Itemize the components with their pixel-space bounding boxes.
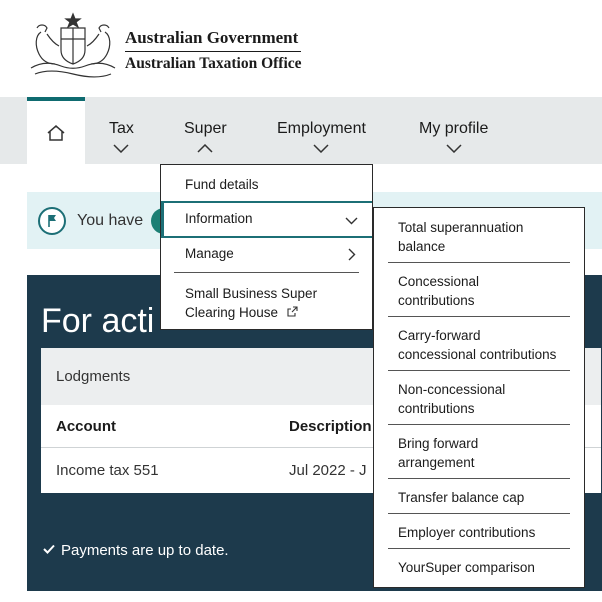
table-cell-account[interactable]: Income tax 551 (56, 462, 159, 479)
submenu-item-bring-forward-arrangement[interactable]: Bring forward arrangement (398, 434, 578, 472)
menu-item-information[interactable]: Information (161, 201, 372, 238)
chevron-down-icon (313, 144, 329, 153)
menu-divider (174, 272, 359, 273)
menu-item-sbsch-line1: Small Business Super (185, 286, 318, 301)
government-title[interactable]: Australian Government Australian Taxatio… (125, 28, 302, 73)
submenu-item-line1: Non-concessional (398, 382, 506, 397)
submenu-item-concessional-contributions[interactable]: Concessional contributions (398, 272, 578, 310)
alert-text: You have (77, 212, 144, 229)
payments-status-text: Payments are up to date. (61, 542, 229, 559)
submenu-item-transfer-balance-cap[interactable]: Transfer balance cap (398, 488, 578, 507)
chevron-right-icon (348, 248, 356, 261)
table-cell-description: Jul 2022 - J (289, 462, 367, 479)
nav-super-label: Super (184, 120, 227, 137)
submenu-item-yoursuper-comparison[interactable]: YourSuper comparison (398, 558, 578, 577)
nav-super[interactable]: Super (184, 97, 227, 164)
submenu-item-line1: Carry-forward (398, 328, 481, 343)
submenu-item-line1: Total superannuation (398, 220, 524, 235)
nav-tax[interactable]: Tax (109, 97, 134, 164)
for-action-title: For acti (41, 302, 155, 340)
menu-item-small-business-super-clearing-house[interactable]: Small Business Super Clearing House (161, 284, 372, 322)
coat-of-arms-icon[interactable] (27, 10, 119, 80)
submenu-item-line1: YourSuper comparison (398, 560, 535, 575)
agency-name: Australian Taxation Office (125, 55, 302, 72)
submenu-item-line2: contributions (398, 293, 475, 308)
submenu-item-carry-forward-concessional-contributions[interactable]: Carry-forward concessional contributions (398, 326, 578, 364)
submenu-divider (388, 424, 570, 425)
submenu-divider (388, 548, 570, 549)
flag-icon (38, 207, 66, 235)
submenu-item-line1: Transfer balance cap (398, 490, 525, 505)
menu-item-sbsch-line2: Clearing House (185, 305, 279, 320)
column-header-account: Account (56, 418, 116, 435)
submenu-item-line2: balance (398, 239, 446, 254)
information-submenu: Total superannuation balance Concessiona… (373, 207, 585, 588)
submenu-item-total-superannuation-balance[interactable]: Total superannuation balance (398, 218, 578, 256)
menu-item-information-label: Information (185, 211, 253, 226)
nav-employment-label: Employment (277, 120, 366, 137)
payments-status: Payments are up to date. (43, 542, 229, 559)
nav-my-profile-label: My profile (419, 120, 489, 137)
site-header: Australian Government Australian Taxatio… (0, 0, 602, 97)
nav-home[interactable] (27, 97, 85, 164)
menu-item-manage-label: Manage (185, 246, 234, 261)
chevron-down-icon (345, 217, 358, 225)
nav-my-profile[interactable]: My profile (419, 97, 488, 164)
home-icon (47, 124, 65, 141)
nav-employment[interactable]: Employment (277, 97, 366, 164)
chevron-down-icon (113, 144, 129, 153)
submenu-item-non-concessional-contributions[interactable]: Non-concessional contributions (398, 380, 578, 418)
submenu-item-line1: Employer contributions (398, 525, 536, 540)
submenu-item-line1: Concessional (398, 274, 480, 289)
chevron-down-icon (446, 144, 462, 153)
nav-tax-label: Tax (109, 120, 134, 137)
menu-item-sbsch-line2-wrap: Clearing House (185, 303, 372, 322)
submenu-divider (388, 513, 570, 514)
submenu-item-employer-contributions[interactable]: Employer contributions (398, 523, 578, 542)
submenu-item-line1: Bring forward (398, 436, 479, 451)
menu-item-fund-details[interactable]: Fund details (161, 177, 372, 192)
submenu-divider (388, 478, 570, 479)
submenu-item-line2: concessional contributions (398, 347, 557, 362)
lodgments-heading-text: Lodgments (56, 368, 131, 385)
submenu-item-line2: contributions (398, 401, 475, 416)
external-link-icon (287, 306, 298, 317)
menu-item-manage[interactable]: Manage (161, 246, 372, 261)
main-nav: Tax Super Employment My profile (0, 97, 602, 164)
column-header-description: Description (289, 418, 372, 435)
check-icon (43, 544, 55, 554)
chevron-up-icon (197, 144, 213, 153)
submenu-divider (388, 262, 570, 263)
government-name: Australian Government (125, 28, 301, 52)
submenu-item-line2: arrangement (398, 455, 475, 470)
submenu-divider (388, 316, 570, 317)
submenu-divider (388, 370, 570, 371)
super-dropdown-menu: Fund details Information Manage Small Bu… (160, 164, 373, 330)
